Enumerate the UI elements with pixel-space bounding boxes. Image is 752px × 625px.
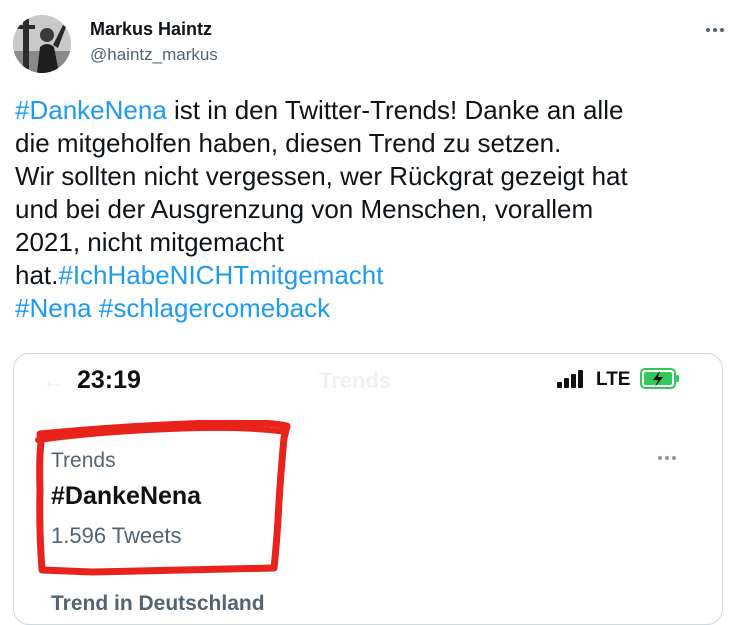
trend-name: #DankeNena: [51, 482, 202, 510]
tweet: Markus Haintz @haintz_markus #DankeNena …: [0, 0, 752, 625]
battery-charging-icon: [640, 368, 679, 389]
tweet-line: #Nena #schlagercomeback: [15, 292, 735, 325]
phone-status-bar: ← Trends 23:19 LTE: [14, 354, 722, 404]
author-handle[interactable]: @haintz_markus: [90, 45, 218, 65]
signal-icon: [557, 370, 585, 388]
tweet-line: die mitgeholfen haben, diesen Trend zu s…: [15, 128, 562, 158]
more-options-button[interactable]: [700, 20, 730, 40]
hashtag-link[interactable]: #Nena: [15, 293, 92, 323]
trend-context: Trends: [51, 449, 116, 472]
hashtag-link[interactable]: #schlagercomeback: [99, 293, 330, 323]
tweet-line: und bei der Ausgrenzung von Menschen, vo…: [15, 194, 594, 224]
tweet-line: 2021, nicht mitgemacht: [15, 227, 284, 257]
tweet-text: #DankeNena ist in den Twitter-Trends! Da…: [15, 94, 735, 325]
avatar[interactable]: [13, 15, 71, 73]
tweet-line: #DankeNena ist in den Twitter-Trends! Da…: [15, 94, 735, 127]
status-time: 23:19: [77, 366, 141, 394]
ghost-page-title: Trends: [319, 368, 392, 393]
tweet-text-segment: hat.: [15, 260, 59, 290]
trend-more-icon: [656, 456, 677, 460]
network-label: LTE: [596, 369, 631, 390]
more-horizontal-icon: [706, 28, 710, 32]
tweet-text-segment: ist in den Twitter-Trends! Danke an alle: [166, 95, 624, 125]
tweet-line: hat.#IchHabeNICHTmitgemacht: [15, 259, 735, 292]
next-trend-partial: Trend in Deutschland: [51, 592, 265, 615]
hashtag-link[interactable]: #IchHabeNICHTmitgemacht: [58, 260, 383, 290]
tweet-line: Wir sollten nicht vergessen, wer Rückgra…: [15, 161, 628, 191]
author-name[interactable]: Markus Haintz: [90, 19, 212, 40]
more-horizontal-icon-dot: [720, 28, 724, 32]
avatar-image: [13, 15, 71, 73]
more-horizontal-icon-dot: [713, 28, 717, 32]
back-arrow-icon: ←: [42, 368, 64, 393]
media-screenshot[interactable]: ← Trends 23:19 LTE Trends #DankeNena 1.5…: [13, 353, 723, 625]
trend-tweet-count: 1.596 Tweets: [51, 523, 182, 548]
hashtag-link[interactable]: #DankeNena: [15, 95, 167, 125]
